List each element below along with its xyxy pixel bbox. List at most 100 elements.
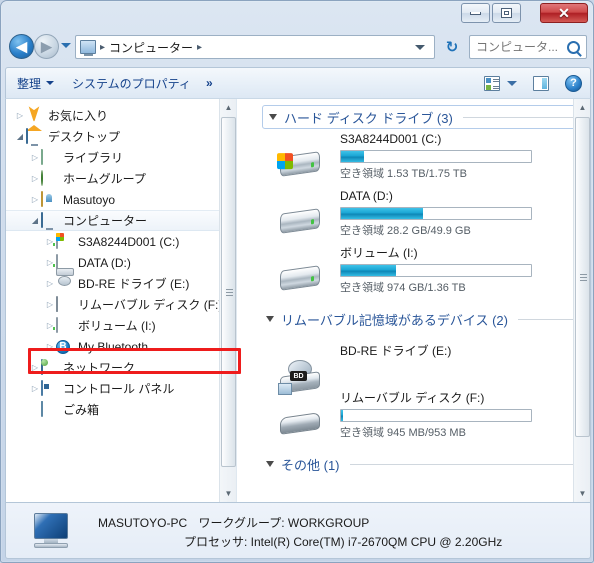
tree-item-1[interactable]: ◢ デスクトップ bbox=[6, 126, 236, 147]
computer-icon bbox=[80, 40, 96, 56]
contentpane-scroll-thumb[interactable] bbox=[575, 117, 590, 437]
maximize-icon bbox=[501, 8, 512, 18]
tree-item-label: DATA (D:) bbox=[78, 255, 131, 270]
drive-usage-bar bbox=[340, 150, 532, 163]
tree-item-label: コントロール パネル bbox=[63, 382, 175, 396]
close-button[interactable]: ✕ bbox=[540, 3, 588, 23]
group-twisty-expanded-icon[interactable] bbox=[266, 461, 274, 467]
tree-item-12[interactable]: ▷ ネットワーク bbox=[6, 357, 236, 378]
maximize-button[interactable] bbox=[492, 3, 521, 23]
tree-item-label: コンピューター bbox=[63, 214, 148, 228]
minimize-button[interactable] bbox=[461, 3, 490, 23]
computer-name: MASUTOYO-PC bbox=[98, 516, 188, 530]
group-twisty-expanded-icon[interactable] bbox=[269, 114, 277, 120]
removable-disk-shape bbox=[280, 412, 320, 435]
group-header-2[interactable]: その他 (1) bbox=[262, 453, 578, 475]
recent-pages-chevron-down-icon[interactable] bbox=[61, 43, 71, 48]
tree-item-11[interactable]: ▷ B My Bluetooth bbox=[6, 336, 236, 357]
scroll-down-icon[interactable]: ▼ bbox=[574, 485, 590, 502]
group-header-0[interactable]: ハード ディスク ドライブ (3) bbox=[262, 105, 578, 129]
user-folder-icon bbox=[41, 191, 58, 207]
drive-usage-fill bbox=[341, 208, 423, 219]
refresh-button[interactable]: ↻ bbox=[441, 36, 463, 58]
hard-drive-shape bbox=[280, 265, 320, 291]
twisty-collapsed-icon[interactable]: ▷ bbox=[29, 174, 41, 183]
status-processor-line: プロセッサ: Intel(R) Core(TM) i7-2670QM CPU @… bbox=[98, 533, 502, 550]
preview-pane-icon[interactable] bbox=[533, 75, 549, 91]
drive-usage-bar bbox=[340, 264, 532, 277]
tree-item-9[interactable]: ▷ リムーバブル ディスク (F:) bbox=[6, 294, 236, 315]
tree-item-0[interactable]: ▷ お気に入り bbox=[6, 105, 236, 131]
contentpane-scrollbar[interactable]: ▲ ▼ bbox=[573, 99, 590, 502]
system-properties-button[interactable]: システムのプロパティ bbox=[65, 72, 198, 94]
tree-item-label: My Bluetooth bbox=[78, 339, 149, 354]
scroll-up-icon[interactable]: ▲ bbox=[220, 99, 236, 116]
drive-item[interactable]: リムーバブル ディスク (F:) 空き領域 945 MB/953 MB bbox=[256, 391, 590, 445]
control-panel-icon-shape bbox=[41, 380, 43, 396]
group-title: リムーバブル記憶域があるデバイス (2) bbox=[281, 312, 508, 328]
back-button[interactable]: ◀ bbox=[9, 34, 34, 59]
address-bar[interactable]: ▸ コンピューター ▸ bbox=[75, 35, 435, 59]
twisty-expanded-icon[interactable]: ◢ bbox=[14, 132, 26, 141]
scroll-up-icon[interactable]: ▲ bbox=[574, 99, 590, 116]
view-chevron-down-icon[interactable] bbox=[507, 80, 517, 86]
tree-item-5[interactable]: ◢ コンピューター bbox=[6, 210, 236, 231]
twisty-collapsed-icon[interactable]: ▷ bbox=[44, 300, 56, 309]
view-options-icon[interactable] bbox=[484, 75, 500, 91]
twisty-expanded-icon[interactable]: ◢ bbox=[29, 216, 41, 225]
address-dropdown-chevron-down-icon[interactable] bbox=[415, 44, 425, 50]
hard-drive-icon bbox=[274, 260, 322, 296]
drive-usage-fill bbox=[341, 265, 397, 276]
drive-free-space: 空き領域 1.53 TB/1.75 TB bbox=[340, 168, 467, 180]
tree-item-7[interactable]: ▷ DATA (D:) bbox=[6, 252, 236, 273]
tree-item-6[interactable]: ▷ S3A8244D001 (C:) bbox=[6, 231, 236, 252]
navigation-pane: ▷ お気に入り ◢ デスクトップ ▷ ライブラリ ▷ ホームグループ ▷ Masutoyo ◢ コンピ… bbox=[6, 99, 236, 502]
navpane-scrollbar[interactable]: ▲ ▼ bbox=[219, 99, 236, 502]
tree-item-label: ネットワーク bbox=[63, 361, 136, 375]
twisty-collapsed-icon[interactable]: ▷ bbox=[14, 111, 26, 120]
twisty-collapsed-icon[interactable]: ▷ bbox=[29, 363, 41, 372]
group-twisty-expanded-icon[interactable] bbox=[266, 316, 274, 322]
twisty-collapsed-icon[interactable]: ▷ bbox=[29, 195, 41, 204]
recycle-bin-icon-shape bbox=[41, 401, 43, 417]
twisty-collapsed-icon[interactable]: ▷ bbox=[44, 342, 56, 351]
tree-item-3[interactable]: ▷ ホームグループ bbox=[6, 168, 236, 189]
scroll-down-icon[interactable]: ▼ bbox=[220, 485, 236, 502]
tree-item-13[interactable]: ▷ コントロール パネル bbox=[6, 378, 236, 399]
forward-button[interactable]: ▶ bbox=[34, 34, 59, 59]
tree-item-label: リムーバブル ディスク (F:) bbox=[78, 298, 223, 312]
twisty-collapsed-icon[interactable]: ▷ bbox=[29, 384, 41, 393]
bluetooth-icon: B bbox=[56, 339, 73, 354]
tree-item-10[interactable]: ▷ ボリューム (I:) bbox=[6, 315, 236, 336]
drive-item[interactable]: BD BD-RE ドライブ (E:) bbox=[256, 344, 590, 395]
tree-item-label: ホームグループ bbox=[63, 172, 146, 186]
group-header-1[interactable]: リムーバブル記憶域があるデバイス (2) bbox=[262, 308, 578, 330]
breadcrumb-separator-icon[interactable]: ▸ bbox=[197, 42, 202, 53]
organize-button[interactable]: 整理 bbox=[10, 72, 61, 94]
hard-drive-icon bbox=[56, 317, 73, 333]
folder-tree: ▷ お気に入り ◢ デスクトップ ▷ ライブラリ ▷ ホームグループ ▷ Masutoyo ◢ コンピ… bbox=[6, 99, 236, 420]
command-toolbar: 整理 システムのプロパティ » ? bbox=[5, 67, 591, 98]
windows-drive-icon-shape bbox=[56, 233, 58, 249]
help-icon[interactable]: ? bbox=[565, 74, 582, 92]
navpane-scroll-thumb[interactable] bbox=[221, 117, 236, 467]
drive-item[interactable]: DATA (D:) 空き領域 28.2 GB/49.9 GB bbox=[256, 189, 590, 243]
search-box[interactable] bbox=[469, 35, 587, 59]
search-input[interactable] bbox=[476, 40, 566, 54]
computer-icon bbox=[28, 513, 76, 551]
toolbar-overflow-button[interactable]: » bbox=[206, 76, 213, 90]
drive-item[interactable]: ボリューム (I:) 空き領域 974 GB/1.36 TB bbox=[256, 246, 590, 300]
twisty-collapsed-icon[interactable]: ▷ bbox=[44, 279, 56, 288]
twisty-collapsed-icon[interactable]: ▷ bbox=[29, 153, 41, 162]
drive-item[interactable]: S3A8244D001 (C:) 空き領域 1.53 TB/1.75 TB bbox=[256, 132, 590, 186]
pane-divider[interactable] bbox=[236, 99, 237, 502]
tree-item-8[interactable]: ▷ BD-RE ドライブ (E:) bbox=[6, 273, 236, 294]
tree-item-2[interactable]: ▷ ライブラリ bbox=[6, 147, 236, 168]
desktop-monitor-icon-shape bbox=[26, 128, 28, 144]
status-computer-line: MASUTOYO-PC ワークグループ: WORKGROUP bbox=[98, 514, 369, 531]
tree-item-label: ごみ箱 bbox=[63, 403, 100, 417]
tree-item-14[interactable]: ごみ箱 bbox=[6, 399, 236, 420]
breadcrumb-computer[interactable]: コンピューター bbox=[109, 39, 193, 56]
optical-drive-icon bbox=[56, 276, 73, 291]
tree-item-4[interactable]: ▷ Masutoyo bbox=[6, 189, 236, 210]
